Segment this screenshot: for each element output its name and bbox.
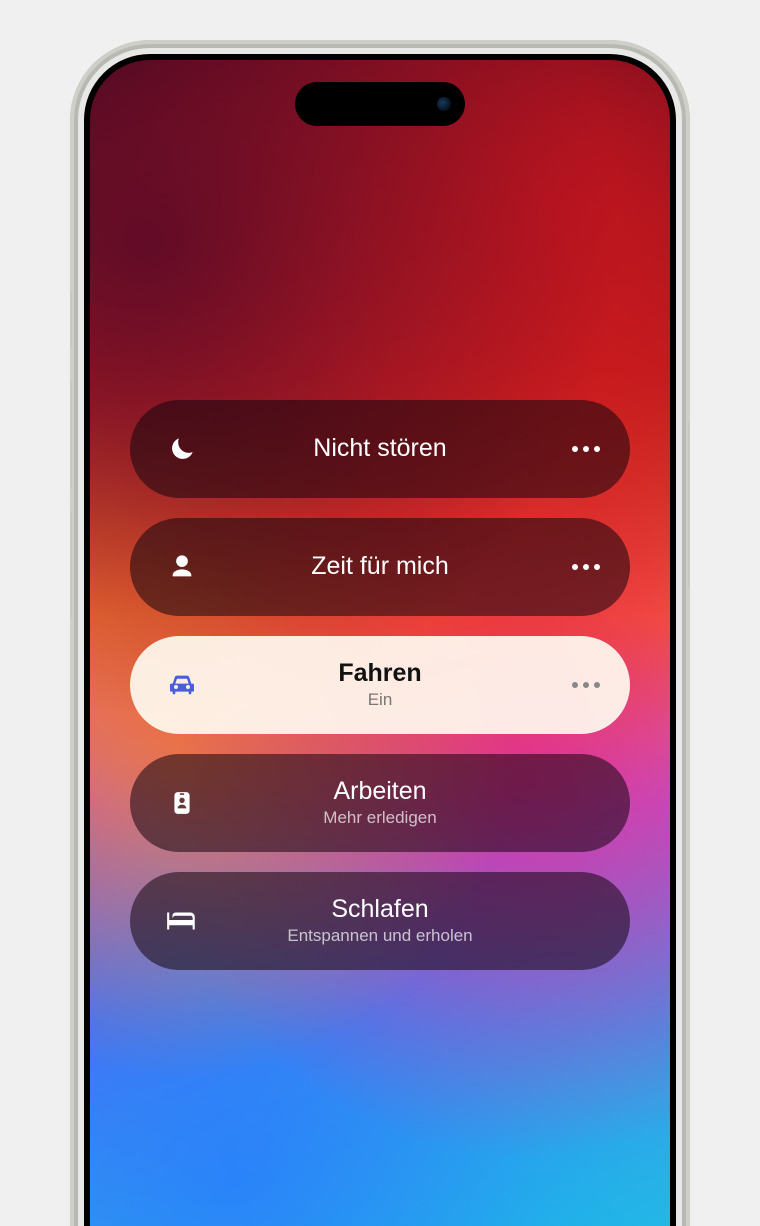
phone-side-button — [688, 420, 690, 590]
page-root: Nicht stören Zeit für mich — [0, 0, 760, 1226]
bed-icon — [160, 909, 204, 933]
more-icon[interactable] — [556, 446, 600, 452]
focus-mode-subtitle: Mehr erledigen — [323, 808, 436, 828]
focus-mode-subtitle: Entspannen und erholen — [287, 926, 472, 946]
person-icon — [160, 553, 204, 581]
focus-mode-personal[interactable]: Zeit für mich — [130, 518, 630, 616]
focus-mode-driving[interactable]: Fahren Ein — [130, 636, 630, 734]
phone-side-button — [70, 290, 72, 350]
more-icon[interactable] — [556, 564, 600, 570]
focus-mode-sleep[interactable]: Schlafen Entspannen und erholen — [130, 872, 630, 970]
phone-side-button — [70, 510, 72, 620]
focus-mode-do-not-disturb[interactable]: Nicht stören — [130, 400, 630, 498]
focus-mode-title: Zeit für mich — [311, 553, 449, 581]
focus-mode-title: Arbeiten — [333, 778, 426, 806]
badge-icon — [160, 788, 204, 818]
iphone-screen: Nicht stören Zeit für mich — [90, 60, 670, 1226]
car-icon — [160, 669, 204, 701]
moon-icon — [160, 434, 204, 464]
iphone-frame: Nicht stören Zeit für mich — [70, 40, 690, 1226]
focus-mode-title: Fahren — [338, 660, 421, 688]
focus-mode-title: Schlafen — [331, 896, 428, 924]
focus-mode-title: Nicht stören — [313, 435, 446, 463]
focus-mode-work[interactable]: Arbeiten Mehr erledigen — [130, 754, 630, 852]
phone-side-button — [70, 380, 72, 490]
more-icon[interactable] — [556, 682, 600, 688]
dynamic-island — [295, 82, 465, 126]
focus-mode-list: Nicht stören Zeit für mich — [90, 400, 670, 970]
focus-mode-subtitle: Ein — [368, 690, 393, 710]
